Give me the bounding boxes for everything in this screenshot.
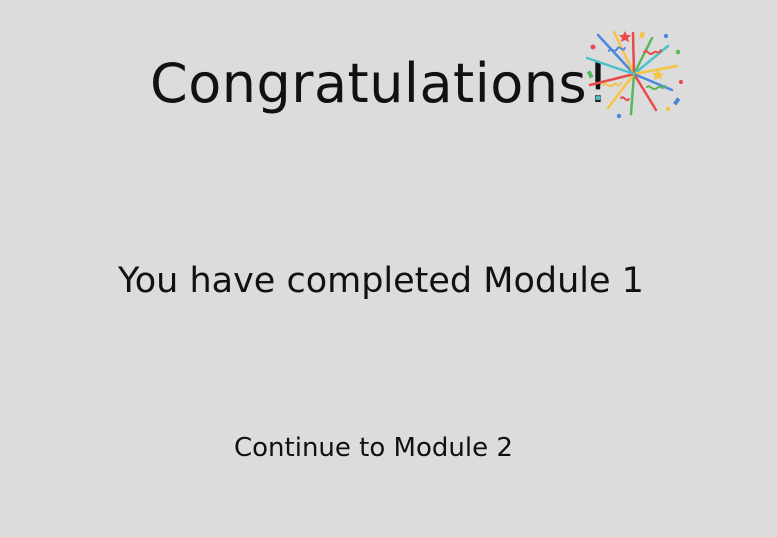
continue-to-module-2-button[interactable]: Continue to Module 2 xyxy=(234,434,513,463)
page-title: Congratulations! xyxy=(150,52,610,115)
completion-screen: Congratulations! You have completed Modu… xyxy=(0,0,777,537)
completion-message: You have completed Module 1 xyxy=(118,261,644,301)
title-row: Congratulations! xyxy=(150,40,609,128)
confetti-popper-icon xyxy=(580,28,688,120)
